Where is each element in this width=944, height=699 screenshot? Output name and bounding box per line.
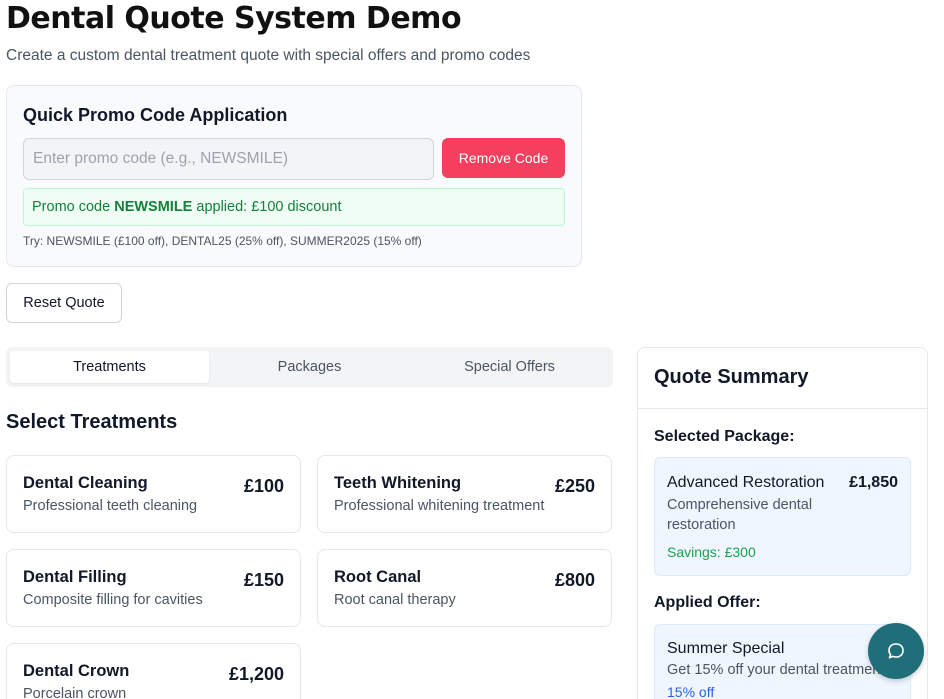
tab-packages[interactable]: Packages	[210, 351, 409, 383]
page-title: Dental Quote System Demo	[6, 1, 462, 36]
summary-divider	[638, 408, 927, 409]
treatment-description: Professional teeth cleaning	[23, 498, 198, 514]
remove-code-button[interactable]: Remove Code	[442, 138, 565, 178]
treatment-description: Professional whitening treatment	[334, 498, 545, 514]
treatment-price: £800	[554, 570, 595, 590]
treatment-card-crown[interactable]: Dental Crown Porcelain crown £1,200	[6, 643, 301, 699]
chat-bubble-icon	[888, 643, 904, 659]
offer-description: Get 15% off your dental treatment	[667, 662, 885, 678]
promo-title: Quick Promo Code Application	[23, 105, 288, 125]
treatment-price: £100	[243, 476, 284, 496]
tab-special-offers[interactable]: Special Offers	[410, 351, 609, 383]
promo-card: Quick Promo Code Application Remove Code…	[6, 85, 582, 267]
chat-button[interactable]	[868, 623, 924, 679]
section-title: Select Treatments	[6, 411, 178, 433]
package-savings: Savings: £300	[667, 544, 756, 560]
treatment-price: £250	[554, 476, 595, 496]
promo-status-message: Promo code NEWSMILE applied: £100 discou…	[23, 188, 565, 226]
treatment-description: Composite filling for cavities	[23, 592, 203, 608]
treatment-card-root-canal[interactable]: Root Canal Root canal therapy £800	[317, 549, 612, 627]
promo-status-prefix: Promo code	[32, 199, 115, 215]
treatment-name: Teeth Whitening	[334, 474, 462, 492]
selected-package-box: Advanced Restoration £1,850 Comprehensiv…	[654, 457, 911, 576]
treatment-price: £150	[243, 570, 284, 590]
treatment-name: Dental Cleaning	[23, 474, 148, 492]
treatment-card-whitening[interactable]: Teeth Whitening Professional whitening t…	[317, 455, 612, 533]
tab-treatments[interactable]: Treatments	[10, 351, 209, 383]
promo-status-suffix: applied: £100 discount	[192, 199, 342, 215]
selected-package-label: Selected Package:	[654, 428, 795, 445]
page-subtitle: Create a custom dental treatment quote w…	[6, 47, 531, 64]
treatment-name: Dental Crown	[23, 662, 130, 680]
treatment-card-cleaning[interactable]: Dental Cleaning Professional teeth clean…	[6, 455, 301, 533]
package-price: £1,850	[849, 474, 898, 491]
reset-quote-button[interactable]: Reset Quote	[6, 283, 122, 323]
treatment-price: £1,200	[228, 664, 284, 684]
package-description: Comprehensive dental restoration	[667, 497, 813, 533]
summary-title: Quote Summary	[654, 366, 809, 388]
applied-offer-label: Applied Offer:	[654, 594, 761, 611]
offer-percentage: 15% off	[667, 684, 715, 699]
treatment-description: Root canal therapy	[334, 592, 456, 608]
promo-hint: Try: NEWSMILE (£100 off), DENTAL25 (25% …	[23, 234, 422, 248]
treatment-name: Root Canal	[334, 568, 422, 586]
tab-list: Treatments Packages Special Offers	[6, 347, 613, 387]
treatment-card-filling[interactable]: Dental Filling Composite filling for cav…	[6, 549, 301, 627]
package-name: Advanced Restoration	[667, 474, 825, 491]
treatment-description: Porcelain crown	[23, 686, 127, 699]
offer-name: Summer Special	[667, 640, 785, 657]
promo-code-input[interactable]	[23, 138, 434, 180]
promo-status-code: NEWSMILE	[114, 199, 193, 215]
treatment-name: Dental Filling	[23, 568, 127, 586]
